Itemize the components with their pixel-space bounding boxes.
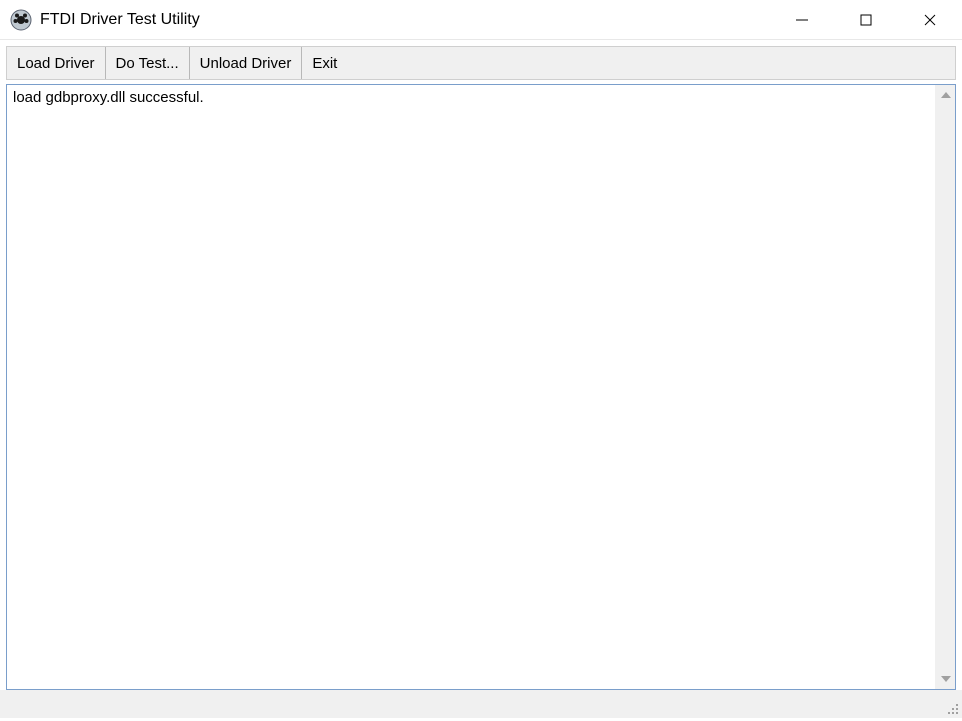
status-bar (0, 690, 962, 718)
minimize-button[interactable] (770, 0, 834, 39)
minimize-icon (795, 13, 809, 27)
maximize-icon (859, 13, 873, 27)
toolbar: Load Driver Do Test... Unload Driver Exi… (6, 46, 956, 80)
resize-grip-icon (944, 700, 960, 716)
vertical-scrollbar[interactable] (935, 85, 955, 689)
window-controls (770, 0, 962, 39)
output-text[interactable]: load gdbproxy.dll successful. (7, 85, 935, 689)
content-area: load gdbproxy.dll successful. (6, 84, 956, 690)
close-icon (923, 13, 937, 27)
chevron-down-icon (941, 676, 951, 682)
close-button[interactable] (898, 0, 962, 39)
resize-grip[interactable] (944, 700, 960, 716)
load-driver-button[interactable]: Load Driver (7, 47, 106, 79)
exit-button[interactable]: Exit (302, 47, 347, 79)
title-bar: FTDI Driver Test Utility (0, 0, 962, 40)
do-test-button[interactable]: Do Test... (106, 47, 190, 79)
scroll-down-button[interactable] (936, 669, 955, 689)
maximize-button[interactable] (834, 0, 898, 39)
app-icon (10, 9, 32, 31)
unload-driver-button[interactable]: Unload Driver (190, 47, 303, 79)
scroll-up-button[interactable] (936, 85, 955, 105)
chevron-up-icon (941, 92, 951, 98)
window-title: FTDI Driver Test Utility (40, 11, 200, 29)
